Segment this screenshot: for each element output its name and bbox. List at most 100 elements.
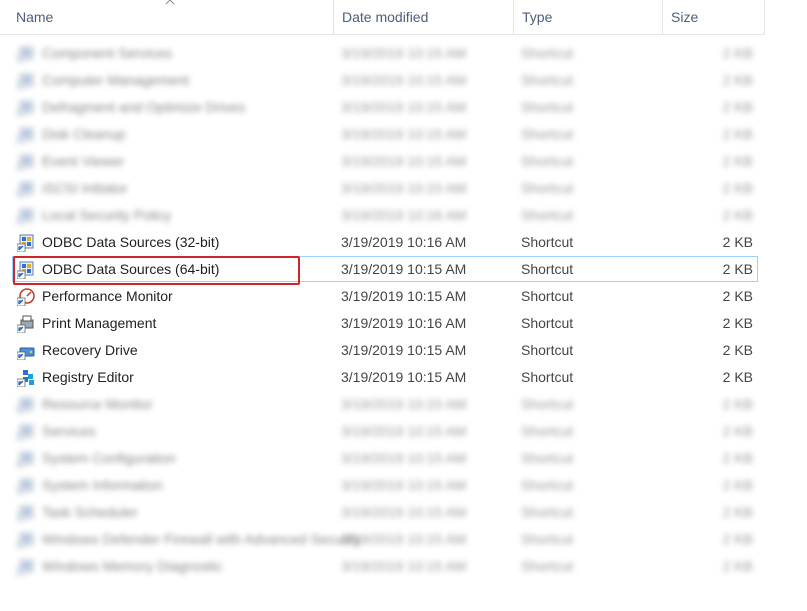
file-name: iSCSI Initiator — [42, 180, 128, 196]
file-size: 2 KB — [722, 261, 753, 277]
system-information-icon — [16, 477, 35, 496]
file-row[interactable]: Windows Memory Diagnostic 3/19/2019 10:15… — [12, 553, 758, 579]
file-row[interactable]: Recovery Drive 3/19/2019 10:15 AM Shortcut… — [12, 337, 758, 363]
file-name: System Configuration — [42, 450, 176, 466]
file-row[interactable]: Registry Editor 3/19/2019 10:15 AM Shortcu… — [12, 364, 758, 390]
file-row[interactable]: Task Scheduler 3/19/2019 10:15 AM Shortcut… — [12, 499, 758, 525]
file-size: 2 KB — [722, 315, 753, 331]
file-row[interactable]: iSCSI Initiator 3/19/2019 10:15 AM Shortcu… — [12, 175, 758, 201]
print-management-icon — [16, 315, 35, 334]
registry-editor-icon — [16, 369, 35, 388]
file-size: 2 KB — [722, 423, 753, 439]
file-name: Local Security Policy — [42, 207, 172, 223]
column-header-date-modified[interactable]: Date modified — [334, 0, 514, 34]
file-row[interactable]: Defragment and Optimize Drives 3/19/2019 … — [12, 94, 758, 120]
file-name: Defragment and Optimize Drives — [42, 99, 246, 115]
recovery-drive-icon — [16, 342, 35, 361]
file-name: Print Management — [42, 315, 157, 331]
file-size: 2 KB — [722, 45, 753, 61]
file-size: 2 KB — [722, 477, 753, 493]
disk-cleanup-icon — [16, 126, 35, 145]
file-name: Registry Editor — [42, 369, 134, 385]
file-size: 2 KB — [722, 369, 753, 385]
file-date-modified: 3/19/2019 10:15 AM — [341, 99, 467, 115]
file-name: System Information — [42, 477, 163, 493]
file-name: Computer Management — [42, 72, 190, 88]
file-type: Shortcut — [521, 531, 574, 547]
file-size: 2 KB — [722, 558, 753, 574]
computer-management-icon — [16, 72, 35, 91]
file-row[interactable]: Print Management 3/19/2019 10:16 AM Shortc… — [12, 310, 758, 336]
file-date-modified: 3/19/2019 10:15 AM — [341, 72, 467, 88]
file-date-modified: 3/19/2019 10:15 AM — [341, 423, 467, 439]
column-header-size[interactable]: Size — [663, 0, 765, 34]
file-type: Shortcut — [521, 477, 574, 493]
column-header-type[interactable]: Type — [514, 0, 663, 34]
odbc-icon — [16, 261, 35, 280]
services-icon — [16, 423, 35, 442]
file-type: Shortcut — [521, 558, 574, 574]
file-type: Shortcut — [521, 99, 574, 115]
file-type: Shortcut — [521, 261, 574, 277]
task-scheduler-icon — [16, 504, 35, 523]
file-date-modified: 3/19/2019 10:15 AM — [341, 180, 467, 196]
file-row[interactable]: Resource Monitor 3/19/2019 10:15 AM Shortc… — [12, 391, 758, 417]
file-name: Resource Monitor — [42, 396, 153, 412]
file-row[interactable]: System Information 3/19/2019 10:15 AM Shor… — [12, 472, 758, 498]
file-date-modified: 3/19/2019 10:15 AM — [341, 477, 467, 493]
file-row[interactable]: Event Viewer 3/19/2019 10:15 AM Shortcut 2 … — [12, 148, 758, 174]
file-name: Windows Defender Firewall with Advanced … — [42, 531, 362, 547]
file-row-selected[interactable]: ODBC Data Sources (64-bit) 3/19/2019 10:1… — [12, 256, 758, 282]
file-date-modified: 3/19/2019 10:15 AM — [341, 153, 467, 169]
memory-diagnostic-icon — [16, 558, 35, 577]
file-type: Shortcut — [521, 153, 574, 169]
performance-monitor-icon — [16, 288, 35, 307]
file-size: 2 KB — [722, 207, 753, 223]
security-policy-icon — [16, 207, 35, 226]
file-type: Shortcut — [521, 72, 574, 88]
file-name: Disk Cleanup — [42, 126, 126, 142]
file-name: Services — [42, 423, 96, 439]
resource-monitor-icon — [16, 396, 35, 415]
file-row[interactable]: Component Services 3/19/2019 10:15 AM Shor… — [12, 40, 758, 66]
defragment-icon — [16, 99, 35, 118]
file-date-modified: 3/19/2019 10:15 AM — [341, 396, 467, 412]
system-configuration-icon — [16, 450, 35, 469]
file-row[interactable]: Local Security Policy 3/19/2019 10:16 AM S… — [12, 202, 758, 228]
file-name: Task Scheduler — [42, 504, 138, 520]
file-date-modified: 3/19/2019 10:15 AM — [341, 288, 467, 304]
column-header-name[interactable]: Name — [8, 0, 334, 34]
file-row[interactable]: ODBC Data Sources (32-bit) 3/19/2019 10:1… — [12, 229, 758, 255]
event-viewer-icon — [16, 153, 35, 172]
file-size: 2 KB — [722, 396, 753, 412]
file-size: 2 KB — [722, 234, 753, 250]
file-row[interactable]: Disk Cleanup 3/19/2019 10:15 AM Shortcut 2 … — [12, 121, 758, 147]
file-date-modified: 3/19/2019 10:16 AM — [341, 234, 467, 250]
file-size: 2 KB — [722, 288, 753, 304]
file-size: 2 KB — [722, 126, 753, 142]
file-name: Windows Memory Diagnostic — [42, 558, 223, 574]
file-name: Component Services — [42, 45, 172, 61]
file-size: 2 KB — [722, 153, 753, 169]
file-type: Shortcut — [521, 288, 574, 304]
file-type: Shortcut — [521, 423, 574, 439]
file-date-modified: 3/19/2019 10:15 AM — [341, 369, 467, 385]
file-size: 2 KB — [722, 504, 753, 520]
file-row[interactable]: Services 3/19/2019 10:15 AM Shortcut 2 KB — [12, 418, 758, 444]
component-services-icon — [16, 45, 35, 64]
file-name: Event Viewer — [42, 153, 125, 169]
file-row[interactable]: Windows Defender Firewall with Advanced … — [12, 526, 758, 552]
file-size: 2 KB — [722, 531, 753, 547]
file-name: Performance Monitor — [42, 288, 173, 304]
file-date-modified: 3/19/2019 10:15 AM — [341, 450, 467, 466]
file-date-modified: 3/19/2019 10:15 AM — [341, 558, 467, 574]
file-date-modified: 3/19/2019 10:15 AM — [341, 504, 467, 520]
file-type: Shortcut — [521, 234, 574, 250]
file-type: Shortcut — [521, 45, 574, 61]
odbc-icon — [16, 234, 35, 253]
file-row[interactable]: Computer Management 3/19/2019 10:15 AM Sho… — [12, 67, 758, 93]
file-size: 2 KB — [722, 72, 753, 88]
file-name: ODBC Data Sources (32-bit) — [42, 234, 220, 250]
file-row[interactable]: Performance Monitor 3/19/2019 10:15 AM Sho… — [12, 283, 758, 309]
file-row[interactable]: System Configuration 3/19/2019 10:15 AM Sh… — [12, 445, 758, 471]
